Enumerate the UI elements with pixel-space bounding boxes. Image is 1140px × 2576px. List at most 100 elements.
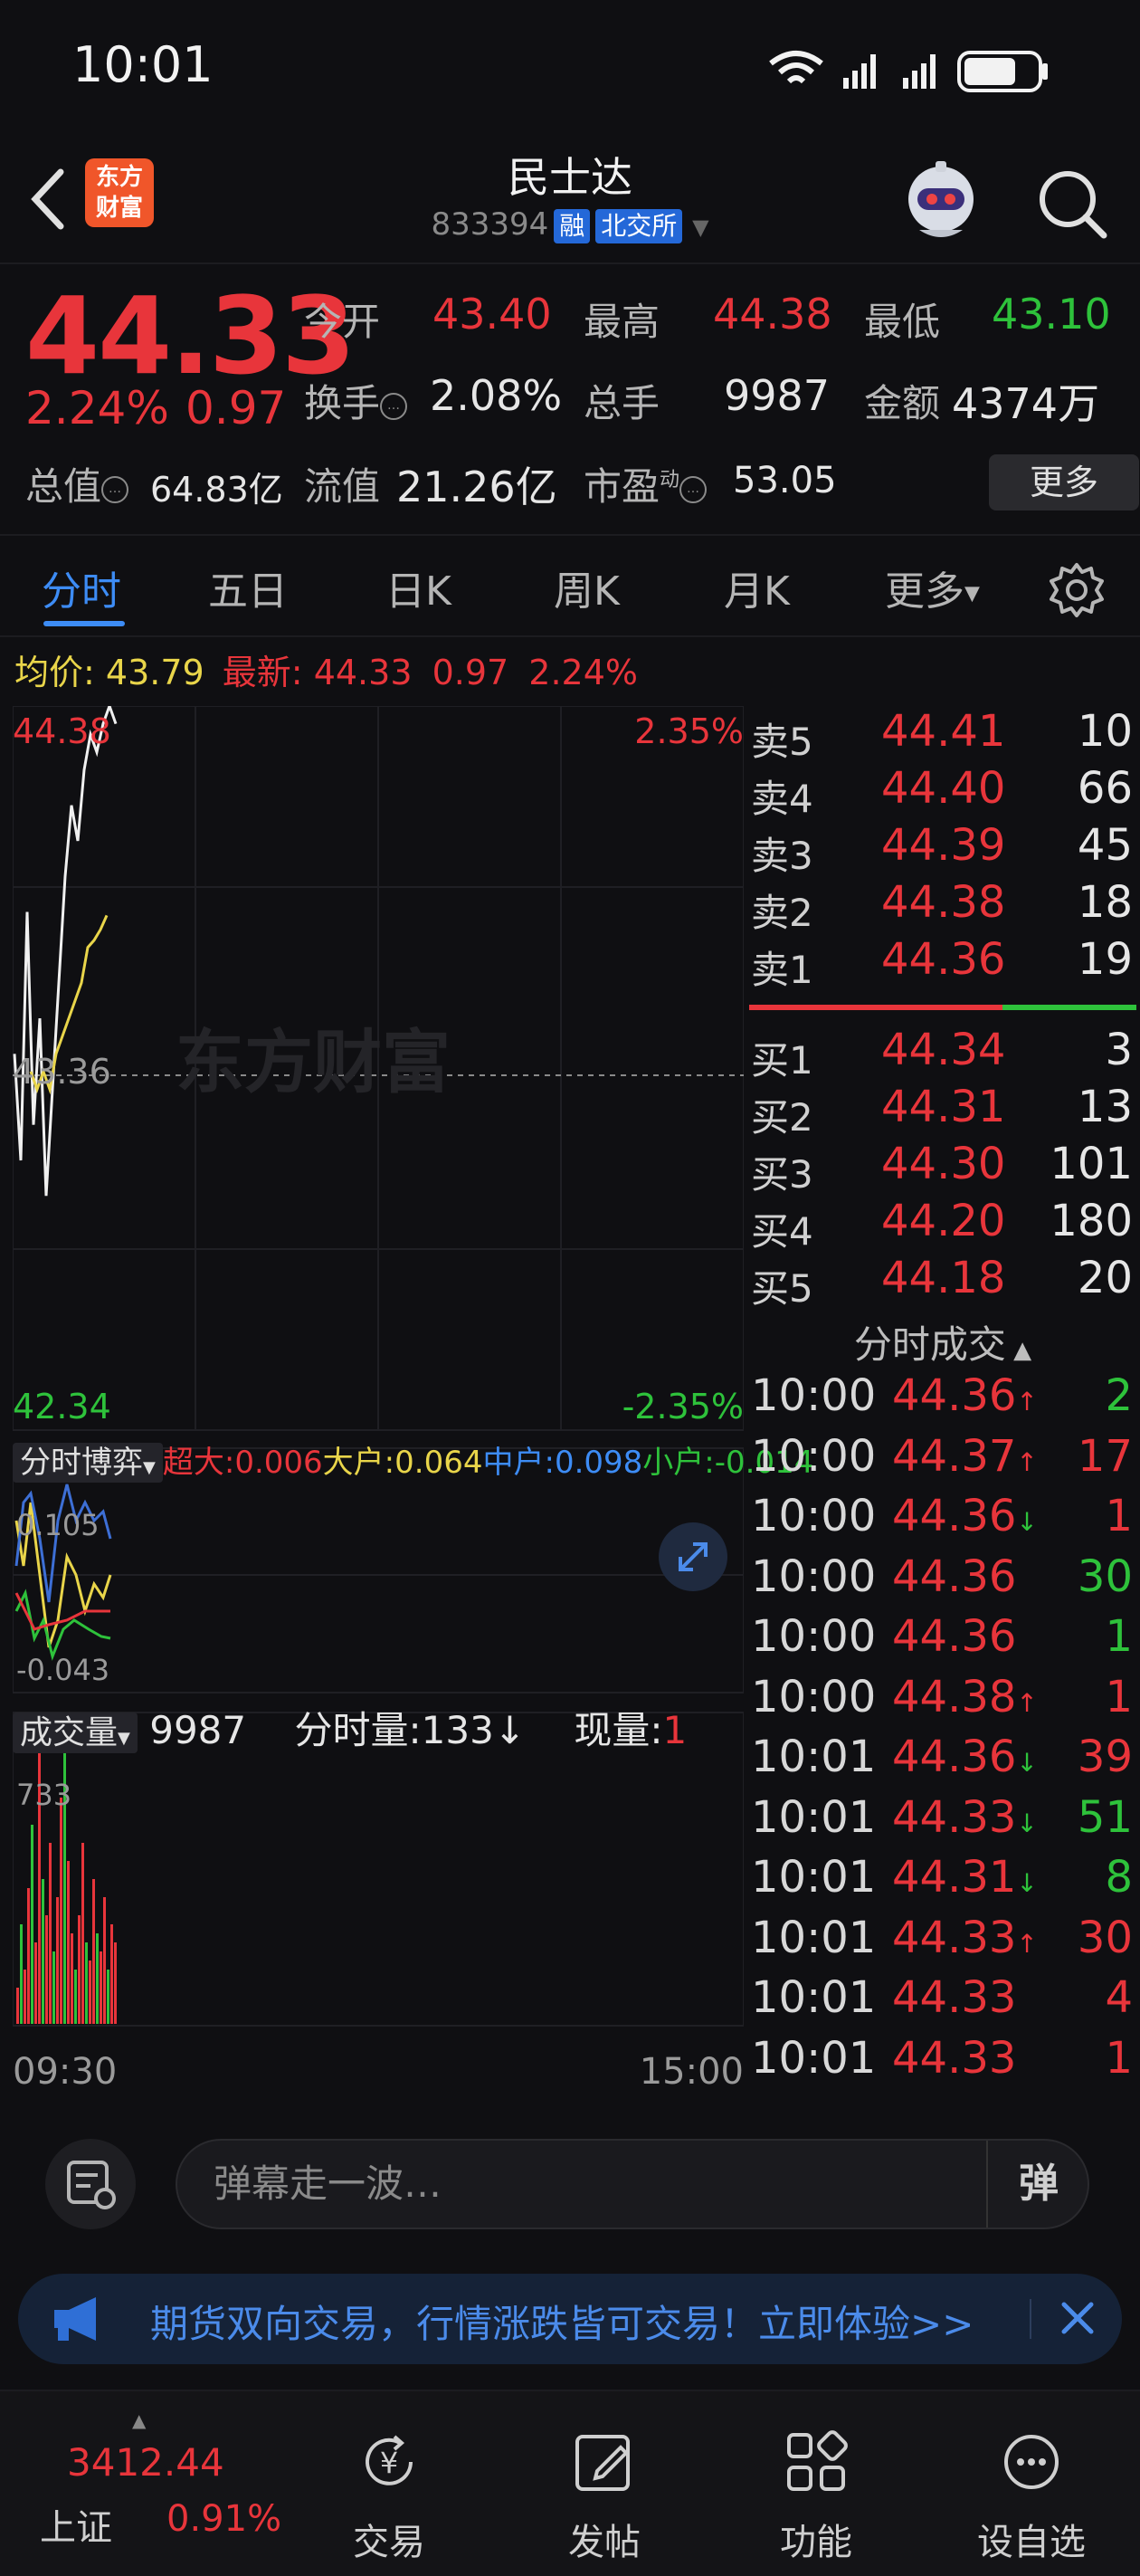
ask-level-label: 卖4 bbox=[751, 777, 813, 821]
volume-bar bbox=[49, 1843, 52, 2024]
fund-flow-selector[interactable]: 分时博弈▼ bbox=[13, 1443, 163, 1483]
trade-row: 10:00 44.36 1 bbox=[746, 1611, 1140, 1671]
nav-post-label: 发帖 bbox=[568, 2522, 641, 2563]
tab-five-day[interactable]: 五日 bbox=[208, 558, 288, 616]
bid-row[interactable]: 买4 44.20 180 bbox=[746, 1196, 1140, 1254]
trade-direction-icon: ↑ bbox=[1016, 1446, 1038, 1477]
turnover-label-text: 换手 bbox=[304, 381, 381, 425]
large-label: 大户: bbox=[322, 1445, 395, 1481]
nav-functions[interactable]: 功能 bbox=[744, 2428, 888, 2565]
trade-list: 分时成交 ▲ 10:00 44.36↑ 2 10:00 44.37↑ 17 10:00 44.… bbox=[746, 1314, 1140, 2111]
info-icon: … bbox=[101, 475, 129, 503]
nav-trade-label: 交易 bbox=[353, 2522, 425, 2563]
nav-post[interactable]: 发帖 bbox=[532, 2428, 677, 2565]
active-tab-indicator bbox=[43, 621, 125, 626]
minute-volume-value: 133↓ bbox=[421, 1708, 526, 1752]
trade-yen-icon: ¥ bbox=[366, 2435, 413, 2485]
volume-bar bbox=[52, 1951, 55, 2024]
settings-gear-icon[interactable] bbox=[1048, 561, 1106, 619]
pe-value: 53.05 bbox=[733, 460, 837, 501]
bid-row[interactable]: 买3 44.30 101 bbox=[746, 1139, 1140, 1197]
danmaku-settings-button[interactable] bbox=[45, 2139, 136, 2229]
volume-bar bbox=[60, 1798, 62, 2024]
tab-intraday[interactable]: 分时 bbox=[42, 558, 121, 616]
high-label: 最高 bbox=[584, 300, 660, 344]
trade-price-value: 44.36 bbox=[892, 1370, 1017, 1421]
ask-row[interactable]: 卖5 44.41 10 bbox=[746, 706, 1140, 764]
danmaku-input[interactable]: 弹幕走一波… bbox=[176, 2139, 1089, 2229]
volume-bar bbox=[71, 1933, 73, 2024]
trade-direction-icon: ↑ bbox=[1016, 1687, 1038, 1718]
ask-level-label: 卖5 bbox=[751, 720, 813, 764]
grid-icon bbox=[787, 2430, 848, 2491]
trade-list-title[interactable]: 分时成交 ▲ bbox=[746, 1314, 1140, 1369]
status-time: 10:01 bbox=[72, 36, 214, 93]
trade-price: 44.33 bbox=[892, 2033, 1016, 2084]
trade-volume: 1 bbox=[1105, 1671, 1133, 1722]
chart-area[interactable]: 东方财富 44.38 2.35% 43.36 42.34 -2.35% 分时博弈… bbox=[13, 706, 813, 2100]
bid-row[interactable]: 买1 44.34 3 bbox=[746, 1025, 1140, 1083]
more-dots-icon bbox=[1004, 2435, 1059, 2489]
mktcap-label[interactable]: 总值… bbox=[25, 456, 129, 511]
trade-price-value: 44.36 bbox=[892, 1491, 1017, 1541]
trade-volume: 30 bbox=[1077, 1912, 1133, 1963]
price-axis-bottom: 42.34 bbox=[13, 1387, 111, 1426]
trade-price: 44.36 bbox=[892, 1611, 1016, 1662]
trade-volume: 39 bbox=[1077, 1732, 1133, 1782]
robot-assistant-icon[interactable] bbox=[896, 156, 986, 246]
ask-volume: 18 bbox=[1077, 877, 1133, 928]
small-label: 小户: bbox=[642, 1445, 715, 1481]
tab-daily-k[interactable]: 日K bbox=[385, 558, 451, 616]
tab-monthly-k[interactable]: 月K bbox=[724, 558, 790, 616]
trade-volume: 1 bbox=[1105, 1491, 1133, 1541]
search-icon[interactable] bbox=[1031, 163, 1113, 244]
nav-watchlist-settings[interactable]: 设自选 bbox=[959, 2428, 1104, 2565]
trade-time: 10:01 bbox=[751, 1732, 877, 1782]
open-label: 今开 bbox=[304, 300, 381, 344]
tab-weekly-k[interactable]: 周K bbox=[554, 558, 620, 616]
chevron-down-icon: ▼ bbox=[692, 215, 709, 240]
ask-row[interactable]: 卖4 44.40 66 bbox=[746, 763, 1140, 821]
promo-banner[interactable]: 期货双向交易，行情涨跌皆可交易！立即体验>> bbox=[18, 2274, 1122, 2364]
signal-icon bbox=[843, 54, 936, 89]
ask-price: 44.39 bbox=[881, 820, 1006, 871]
bid-row[interactable]: 买5 44.18 20 bbox=[746, 1253, 1140, 1311]
bid-row[interactable]: 买2 44.31 13 bbox=[746, 1082, 1140, 1140]
ask-level-label: 卖1 bbox=[751, 948, 813, 992]
pct-axis-top: 2.35% bbox=[634, 711, 744, 751]
turnover-label[interactable]: 换手… bbox=[304, 373, 408, 428]
bid-price: 44.34 bbox=[881, 1025, 1006, 1075]
index-ticker[interactable]: ▲ 3412.44 上证 0.91% bbox=[0, 2409, 281, 2563]
trade-row: 10:01 44.36↓ 39 bbox=[746, 1732, 1140, 1791]
ask-level-label: 卖3 bbox=[751, 834, 813, 878]
tab-more[interactable]: 更多▼ bbox=[885, 558, 980, 616]
volume-selector[interactable]: 成交量▼ bbox=[13, 1713, 138, 1753]
current-volume-value: 1 bbox=[662, 1708, 688, 1752]
trade-time: 10:01 bbox=[751, 1852, 877, 1903]
amount-label: 金额 bbox=[864, 381, 941, 425]
order-book: 卖5 44.41 10 卖4 44.40 66 卖3 44.39 45 卖2 44.38 18 卖1 44… bbox=[746, 706, 1140, 1321]
open-value: 43.40 bbox=[432, 290, 552, 339]
trade-price: 44.31↓ bbox=[892, 1852, 1038, 1903]
chart-tab-bar: 分时 五日 日K 周K 月K 更多▼ bbox=[0, 536, 1140, 637]
ask-row[interactable]: 卖1 44.36 19 bbox=[746, 934, 1140, 992]
ask-row[interactable]: 卖3 44.39 45 bbox=[746, 820, 1140, 878]
trade-price-value: 44.36 bbox=[892, 1550, 1017, 1602]
more-quote-button[interactable]: 更多 bbox=[989, 454, 1139, 510]
price-series-line bbox=[13, 706, 118, 1197]
volume-frame bbox=[13, 1712, 744, 2027]
trade-price-value: 44.37 bbox=[892, 1430, 1017, 1482]
nav-trade[interactable]: ¥ 交易 bbox=[317, 2428, 461, 2565]
trade-price: 44.33↑ bbox=[892, 1913, 1038, 1963]
danmaku-row: 弹幕走一波… 弹 bbox=[0, 2107, 1140, 2252]
close-icon[interactable] bbox=[1046, 2286, 1109, 2350]
volume-bar bbox=[67, 1861, 70, 2024]
trade-row: 10:00 44.36↑ 2 bbox=[746, 1370, 1140, 1430]
super-flow-line bbox=[14, 1592, 110, 1631]
danmaku-send-button[interactable]: 弹 bbox=[986, 2141, 1089, 2228]
volume-bar bbox=[56, 1897, 59, 2024]
super-label: 超大: bbox=[162, 1445, 235, 1481]
time-axis-start: 09:30 bbox=[13, 2051, 118, 2093]
ask-row[interactable]: 卖2 44.38 18 bbox=[746, 877, 1140, 935]
pe-label[interactable]: 市盈动… bbox=[584, 456, 708, 511]
